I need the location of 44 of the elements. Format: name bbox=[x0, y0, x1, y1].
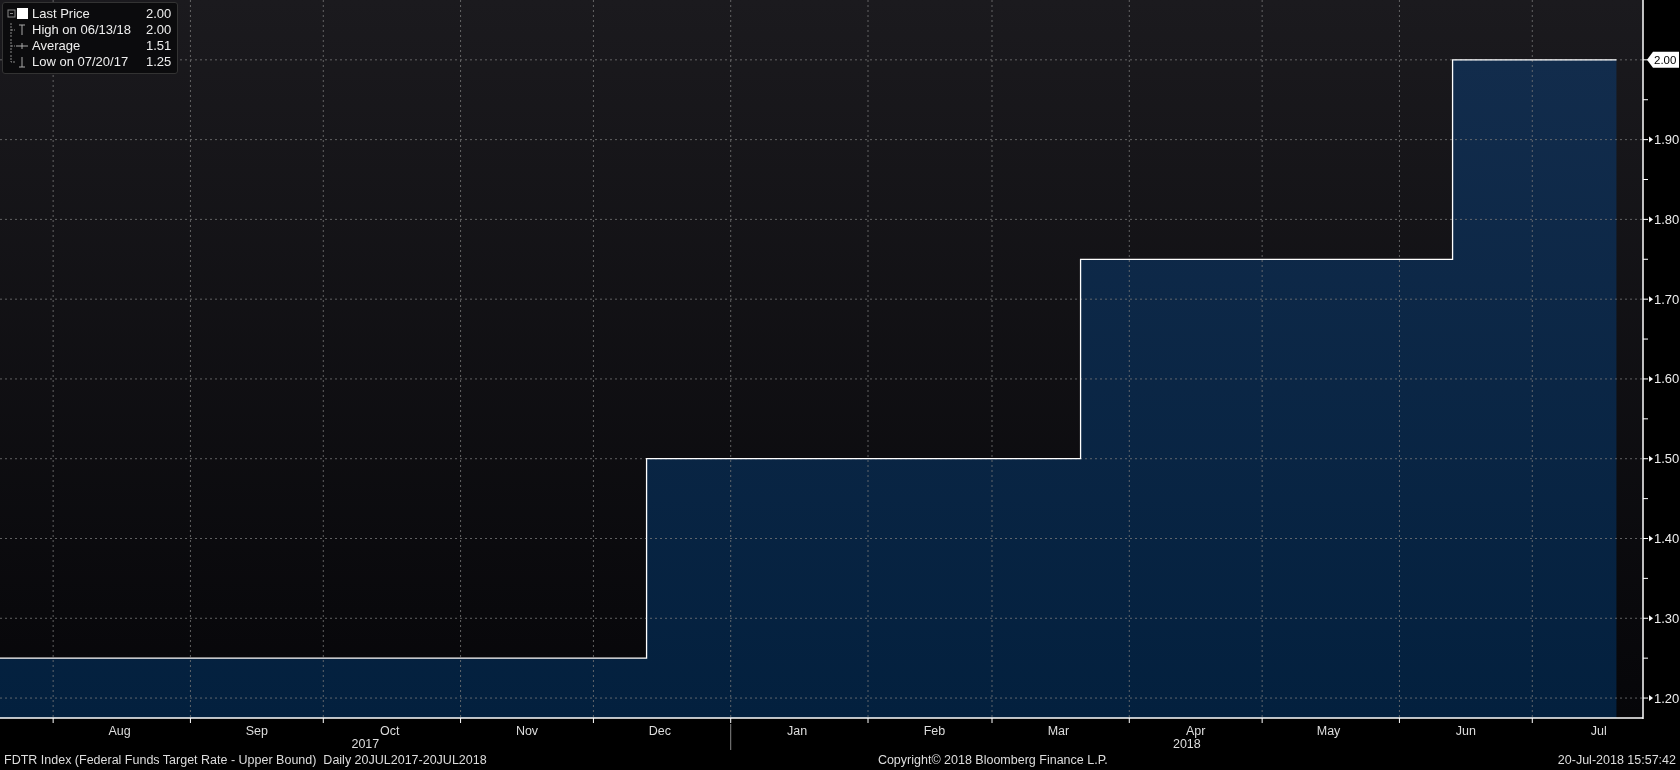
axis-label: 1.60 bbox=[1654, 371, 1680, 387]
axis-label: 1.90 bbox=[1654, 132, 1680, 148]
axis-label: Mar bbox=[1047, 724, 1070, 738]
axis-label: Sep bbox=[245, 724, 268, 738]
axis-label: Apr bbox=[1186, 724, 1206, 738]
tick-arrow-icon bbox=[1649, 375, 1653, 382]
legend-value: 1.51 bbox=[145, 38, 172, 54]
axis-label: Jun bbox=[1455, 724, 1476, 738]
last-value-tag: 2.00 bbox=[1647, 51, 1679, 68]
tick-arrow-icon bbox=[1649, 296, 1653, 303]
tick-arrow-icon bbox=[1649, 216, 1653, 223]
axis-label: 1.30 bbox=[1654, 610, 1680, 626]
copyright-text: Copyright© 2018 Bloomberg Finance L.P. bbox=[877, 751, 1108, 769]
axis-label: 1.80 bbox=[1654, 211, 1680, 227]
axis-label: 1.50 bbox=[1654, 451, 1680, 467]
year-label: 2017 bbox=[351, 737, 380, 750]
legend-label: Average bbox=[32, 38, 81, 54]
legend-value: 1.25 bbox=[145, 54, 172, 70]
average-marker-icon bbox=[7, 39, 29, 53]
axis-label: 1.20 bbox=[1654, 690, 1680, 706]
axis-label: 1.40 bbox=[1654, 531, 1680, 546]
year-label: 2018 bbox=[1172, 737, 1201, 750]
legend-value: 2.00 bbox=[145, 22, 172, 38]
axis-label: Oct bbox=[380, 724, 400, 738]
axis-label: Nov bbox=[515, 724, 539, 738]
axis-label: Jan bbox=[787, 724, 808, 738]
chart-title: FDTR Index (Federal Funds Target Rate - Upper Bound) Daily 20JUL2017-20JUL2018 bbox=[4, 751, 487, 769]
tick-arrow-icon bbox=[1649, 695, 1653, 702]
axis-label: May bbox=[1316, 724, 1341, 738]
legend-label: High on 06/13/18 bbox=[32, 22, 132, 38]
tick-arrow-icon bbox=[1649, 136, 1653, 143]
axis-label: Jul bbox=[1590, 724, 1607, 738]
tick-arrow-icon bbox=[1649, 535, 1653, 542]
axis-label: Feb bbox=[923, 724, 946, 738]
square-icon bbox=[7, 7, 29, 21]
timestamp: 20-Jul-2018 15:57:42 bbox=[1557, 751, 1676, 769]
axis-label: Aug bbox=[108, 724, 131, 738]
tick-arrow-icon bbox=[1649, 455, 1653, 462]
legend-label: Last Price bbox=[32, 6, 90, 22]
tick-arrow-icon bbox=[1649, 615, 1653, 622]
axis-label: Dec bbox=[648, 724, 671, 738]
legend-label: Low on 07/20/17 bbox=[32, 54, 129, 70]
axis-label: 1.70 bbox=[1654, 291, 1680, 307]
legend-value: 2.00 bbox=[145, 6, 172, 22]
